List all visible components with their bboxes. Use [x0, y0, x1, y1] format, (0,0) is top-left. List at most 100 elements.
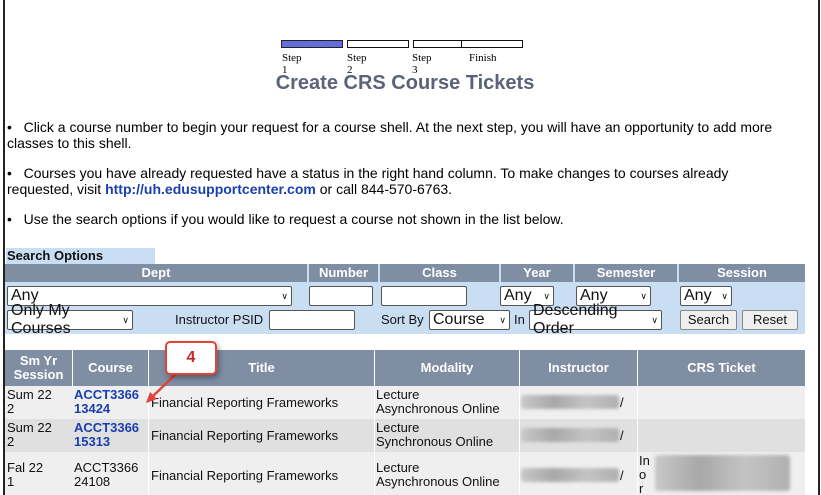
course-column-header: Course — [72, 350, 148, 386]
bullet-marker: • — [7, 165, 12, 181]
number-input[interactable] — [309, 286, 373, 306]
sort-order-value: Descending Order — [533, 302, 618, 337]
results-table-header: Sm Yr Session Course Title Modality Inst… — [5, 350, 805, 386]
sort-by-select[interactable]: Course ∨ — [429, 310, 510, 330]
redacted-instructor — [521, 468, 619, 482]
modality-cell: Lecture Asynchronous Online — [376, 461, 500, 489]
cell-divider — [519, 419, 520, 452]
course-link[interactable]: ACCT3366 — [74, 421, 139, 435]
course-section: 24108 — [74, 474, 111, 489]
search-button[interactable]: Search — [680, 310, 737, 330]
year-select-value: Any — [504, 287, 532, 304]
session-number: 1 — [7, 474, 15, 489]
session-cell: Sum 22 2 — [7, 421, 52, 449]
redacted-instructor — [521, 395, 619, 409]
instruction-3-text: Use the search options if you would like… — [23, 211, 564, 227]
title-cell: Financial Reporting Frameworks — [151, 395, 339, 410]
course-scope-value: Only My Courses — [11, 302, 71, 337]
instructor-psid-label: Instructor PSID — [175, 312, 264, 327]
ticket-line: r — [639, 481, 644, 495]
session-number: 2 — [7, 401, 15, 416]
page-title: Create CRS Course Tickets — [275, 72, 535, 94]
sort-by-label: Sort By — [381, 312, 424, 327]
cell-divider — [519, 386, 520, 419]
cell-divider — [637, 386, 638, 419]
session-text: Sum 22 — [7, 387, 52, 402]
cell-divider — [637, 419, 638, 452]
course-section-link[interactable]: 13424 — [74, 402, 139, 416]
session-select-value: Any — [684, 287, 712, 304]
callout-badge: 4 — [165, 341, 217, 375]
table-row: Fal 22 1 ACCT3366 24108 Financial Reportin… — [5, 452, 805, 495]
title-cell: Financial Reporting Frameworks — [151, 428, 339, 443]
semester-header: Semester — [575, 264, 677, 282]
cell-divider — [374, 386, 375, 419]
cell-divider — [148, 386, 149, 419]
ticket-line: In — [639, 453, 650, 468]
class-input[interactable] — [381, 286, 467, 306]
sort-by-value: Course — [433, 311, 485, 328]
instructor-cell: / — [620, 468, 624, 483]
sort-order-select[interactable]: Descending Order ∨ — [529, 302, 662, 337]
search-options-label: Search Options — [6, 248, 155, 264]
course-link[interactable]: ACCT3366 — [74, 388, 139, 402]
session-number: 2 — [7, 434, 15, 449]
search-panel: Dept Number Class Year Semester Session … — [5, 264, 805, 337]
chevron-down-icon: ∨ — [651, 315, 658, 325]
course-scope-select[interactable]: Only My Courses ∨ — [7, 302, 133, 337]
modality-delivery: Asynchronous Online — [376, 401, 500, 416]
instructor-psid-input[interactable] — [269, 310, 355, 330]
number-header: Number — [309, 264, 378, 282]
in-label: In — [514, 312, 525, 327]
instruction-1: • Click a course number to begin your re… — [7, 119, 797, 151]
session-header: Session — [679, 264, 805, 282]
modality-type: Lecture — [376, 460, 420, 475]
session-cell: Sum 22 2 — [7, 388, 52, 416]
instruction-3: • Use the search options if you would li… — [7, 211, 797, 227]
reset-button[interactable]: Reset — [742, 310, 798, 330]
table-row: Sum 22 2 ACCT3366 15313 Financial Reportin… — [5, 419, 805, 452]
chevron-down-icon: ∨ — [721, 291, 728, 301]
cell-divider — [374, 419, 375, 452]
instructor-column-header: Instructor — [519, 350, 637, 386]
modality-type: Lecture — [376, 420, 420, 435]
crs-ticket-cell: In o r — [639, 454, 650, 495]
dept-header: Dept — [5, 264, 307, 282]
session-select[interactable]: Any ∨ — [680, 286, 732, 306]
session-header-line1: Sm Yr — [19, 353, 58, 368]
session-text: Sum 22 — [7, 420, 52, 435]
finish-label: Finish — [469, 52, 497, 64]
course-number: ACCT3366 — [74, 460, 139, 475]
modality-cell: Lecture Synchronous Online — [376, 421, 493, 449]
modality-delivery: Synchronous Online — [376, 434, 494, 449]
instruction-2-tail: or call 844-570-6763. — [315, 181, 453, 197]
year-header: Year — [501, 264, 573, 282]
modality-cell: Lecture Asynchronous Online — [376, 388, 500, 416]
cell-divider — [148, 452, 149, 495]
instructor-cell: / — [620, 395, 624, 410]
course-cell: ACCT3366 13424 — [74, 388, 139, 416]
bullet-marker: • — [7, 119, 12, 135]
instruction-1-text: Click a course number to begin your requ… — [7, 119, 773, 151]
finish-bar — [461, 40, 523, 48]
chevron-down-icon: ∨ — [122, 315, 129, 325]
modality-delivery: Asynchronous Online — [376, 474, 500, 489]
bullet-marker: • — [7, 211, 12, 227]
cell-divider — [148, 419, 149, 452]
cell-divider — [374, 452, 375, 495]
modality-type: Lecture — [376, 387, 420, 402]
support-center-link[interactable]: http://uh.edusupportcenter.com — [105, 181, 316, 197]
session-header-line2: Session — [13, 367, 64, 382]
class-header: Class — [380, 264, 499, 282]
course-cell: ACCT3366 24108 — [74, 461, 138, 489]
instructor-cell: / — [620, 428, 624, 443]
chevron-down-icon: ∨ — [281, 291, 288, 301]
course-section-link[interactable]: 15313 — [74, 435, 139, 449]
title-cell: Financial Reporting Frameworks — [151, 468, 339, 483]
ticket-line: o — [639, 467, 647, 482]
session-column-header: Sm Yr Session — [5, 350, 72, 386]
table-row: Sum 22 2 ACCT3366 13424 Financial Reportin… — [5, 386, 805, 419]
step-1-bar — [281, 40, 343, 48]
course-cell: ACCT3366 15313 — [74, 421, 139, 449]
redacted-instructor — [521, 428, 619, 442]
